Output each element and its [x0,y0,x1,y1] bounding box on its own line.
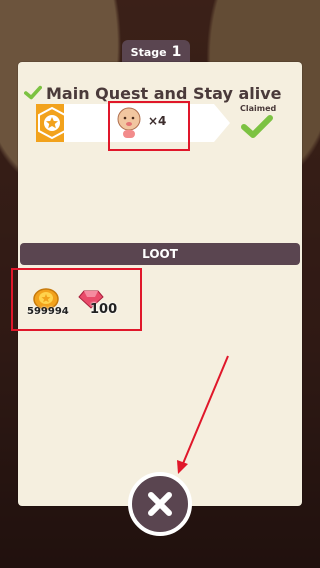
reward-highlight [108,101,190,151]
loot-highlight [11,268,142,331]
stage-tab: Stage 1 [122,40,190,64]
claimed-check-icon [241,115,273,138]
quest-title: Main Quest and Stay alive [46,83,282,103]
close-button[interactable] [128,472,192,536]
coin-value: 599994 [27,306,69,317]
close-icon [148,492,172,516]
star-icon [38,106,66,140]
gem-value: 100 [90,302,118,317]
loot-header-label: LOOT [142,247,178,261]
claimed-label: Claimed [240,104,277,113]
check-icon [24,85,42,100]
loot-header: LOOT [20,243,300,265]
stage-number: 1 [171,44,182,60]
stage-label: Stage [130,45,167,59]
